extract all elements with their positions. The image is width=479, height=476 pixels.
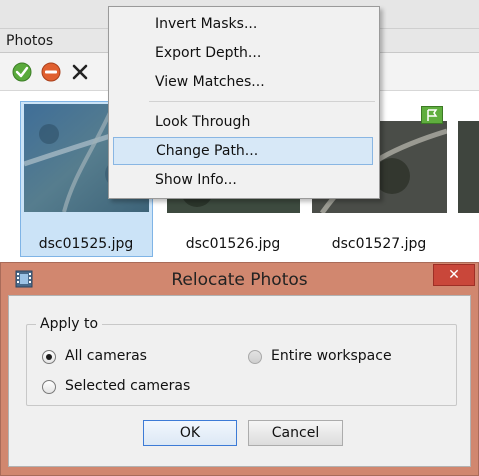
disable-camera-button[interactable] [39, 60, 63, 84]
ok-button[interactable]: OK [143, 420, 237, 446]
menu-item-invert-masks[interactable]: Invert Masks... [109, 11, 377, 39]
flag-icon [421, 106, 443, 124]
close-button[interactable]: ✕ [433, 264, 475, 286]
menu-item-label: Change Path... [156, 143, 259, 159]
selected-cameras-label: Selected cameras [65, 378, 191, 394]
thumbnail-label: dsc01526.jpg [185, 236, 281, 252]
menu-item-label: Invert Masks... [155, 16, 258, 32]
menu-item-label: Show Info... [155, 172, 237, 188]
entire-workspace-label: Entire workspace [271, 348, 392, 364]
group-label: Apply to [36, 316, 103, 332]
menu-item-label: Look Through [155, 114, 251, 130]
menu-item-export-depth[interactable]: Export Depth... [109, 40, 377, 68]
close-icon: ✕ [448, 267, 460, 283]
check-icon [12, 62, 32, 82]
dialog-title: Relocate Photos [171, 270, 308, 290]
thumbnail-image[interactable] [458, 121, 479, 213]
close-icon [72, 64, 88, 80]
aerial-photo-image [458, 121, 479, 213]
flag-glyph [427, 109, 438, 121]
enable-camera-button[interactable] [10, 60, 34, 84]
menu-item-view-matches[interactable]: View Matches... [109, 69, 377, 97]
remove-button[interactable] [68, 60, 92, 84]
menu-item-label: Export Depth... [155, 45, 262, 61]
menu-item-look-through[interactable]: Look Through [109, 109, 377, 137]
menu-item-change-path[interactable]: Change Path... [113, 137, 373, 165]
no-entry-icon [41, 62, 61, 82]
all-cameras-label: All cameras [65, 348, 147, 364]
cancel-button[interactable]: Cancel [248, 420, 343, 446]
menu-separator [149, 101, 375, 102]
selected-cameras-radio[interactable] [42, 380, 56, 394]
menu-item-label: View Matches... [155, 74, 265, 90]
all-cameras-radio[interactable] [42, 350, 56, 364]
thumbnail-label: dsc01525.jpg [38, 236, 134, 252]
thumbnail-label: dsc01527.jpg [331, 236, 427, 252]
panel-title: Photos [6, 33, 54, 49]
context-menu: Invert Masks... Export Depth... View Mat… [108, 6, 380, 199]
menu-item-show-info[interactable]: Show Info... [109, 167, 377, 195]
entire-workspace-radio[interactable] [248, 350, 262, 364]
